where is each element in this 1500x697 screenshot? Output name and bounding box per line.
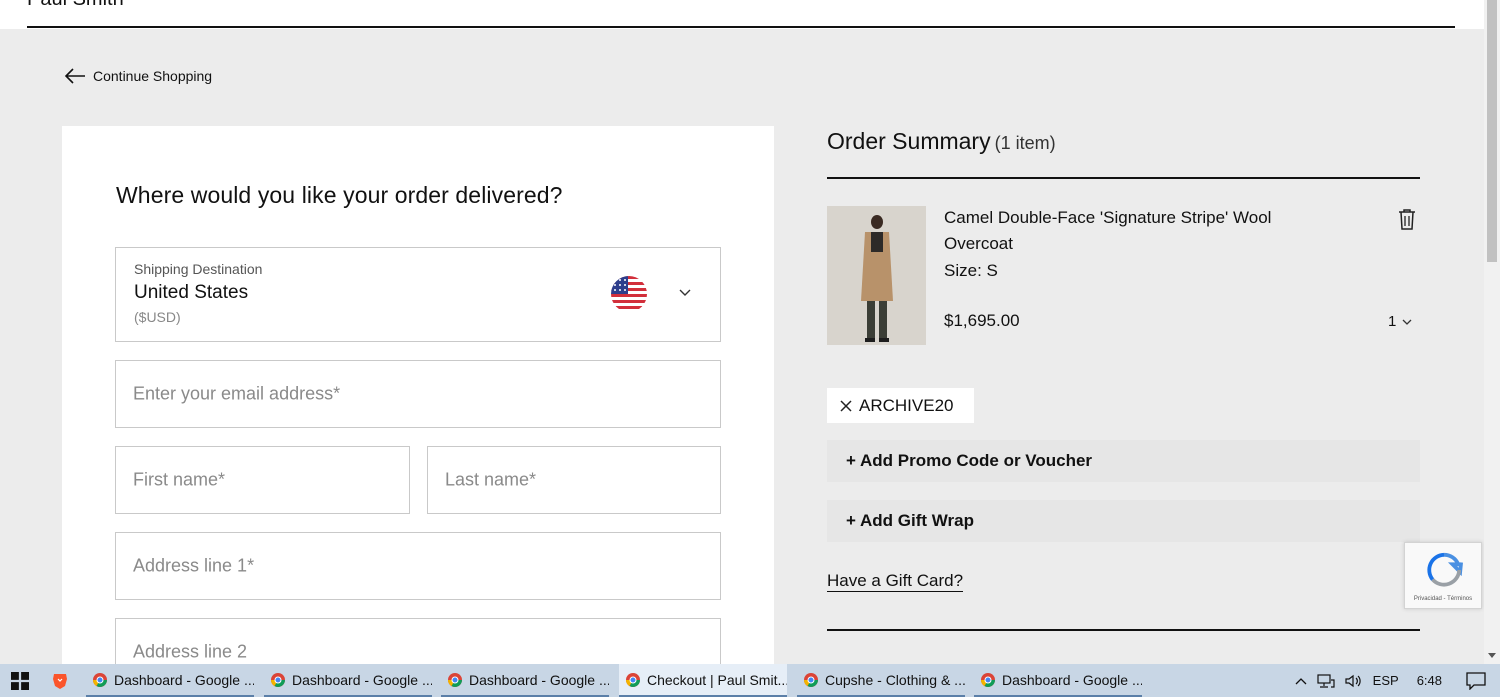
- delivery-form-title: Where would you like your order delivere…: [116, 182, 563, 208]
- add-gift-wrap-button[interactable]: + Add Gift Wrap: [827, 500, 1420, 542]
- chrome-icon: [981, 672, 995, 687]
- chrome-icon: [271, 672, 285, 687]
- page-scrollbar[interactable]: [1484, 0, 1500, 664]
- windows-taskbar: Dashboard - Google ... Dashboard - Googl…: [0, 664, 1500, 697]
- header-logo-cut: Paul Smith: [27, 0, 124, 11]
- system-tray: ESP 6:48: [1295, 664, 1500, 697]
- taskbar-item-4[interactable]: Checkout | Paul Smit...: [619, 664, 787, 697]
- taskbar-item-label: Dashboard - Google ...: [114, 671, 254, 688]
- product-price: $1,695.00: [944, 311, 1020, 330]
- applied-promo-code: ARCHIVE20: [859, 395, 954, 415]
- shipping-destination-country: United States: [134, 282, 249, 303]
- trash-icon[interactable]: [1396, 207, 1418, 231]
- site-header: Paul Smith: [0, 0, 1484, 29]
- order-summary-count: (1 item): [994, 133, 1056, 153]
- continue-shopping-link[interactable]: Continue Shopping: [63, 67, 212, 85]
- taskbar-item-label: Dashboard - Google ...: [469, 671, 609, 688]
- chrome-icon: [448, 672, 462, 687]
- order-summary-title: Order Summary (1 item): [827, 128, 1420, 155]
- scrollbar-thumb[interactable]: [1487, 0, 1497, 262]
- brave-lion-icon: [53, 673, 67, 689]
- applied-promo-chip: ARCHIVE20: [827, 388, 974, 423]
- chevron-up-icon[interactable]: [1295, 677, 1307, 685]
- chevron-down-icon: [1402, 319, 1412, 325]
- email-field[interactable]: Enter your email address*: [115, 360, 721, 428]
- last-name-placeholder: Last name*: [445, 469, 537, 490]
- start-button[interactable]: [0, 664, 40, 697]
- email-placeholder: Enter your email address*: [133, 383, 341, 404]
- taskbar-item-2[interactable]: Dashboard - Google ...: [264, 664, 432, 697]
- product-image[interactable]: [827, 206, 926, 345]
- taskbar-item-1[interactable]: Dashboard - Google ...: [86, 664, 254, 697]
- order-summary: Order Summary (1 item): [827, 128, 1420, 179]
- brave-browser-button[interactable]: [40, 664, 80, 697]
- address-line-1-field[interactable]: Address line 1*: [115, 532, 721, 600]
- continue-shopping-label: Continue Shopping: [93, 68, 213, 84]
- recaptcha-icon: [1427, 552, 1463, 587]
- address-line-1-placeholder: Address line 1*: [133, 555, 255, 576]
- close-icon[interactable]: [839, 399, 853, 413]
- us-flag-icon: [611, 276, 647, 312]
- shipping-destination-currency: ($USD): [134, 309, 181, 325]
- taskbar-item-label: Checkout | Paul Smit...: [647, 671, 787, 688]
- delivery-form-panel: Where would you like your order delivere…: [62, 126, 774, 686]
- coat-model-image: [827, 206, 926, 345]
- chrome-icon: [804, 672, 818, 687]
- arrow-left-icon: [64, 68, 85, 84]
- chrome-icon: [626, 672, 640, 687]
- volume-icon[interactable]: [1345, 674, 1363, 688]
- scroll-down-arrow-icon[interactable]: [1488, 653, 1496, 658]
- shipping-destination-select[interactable]: Shipping Destination United States ($USD…: [115, 247, 721, 342]
- network-icon[interactable]: [1317, 673, 1335, 688]
- notifications-icon[interactable]: [1466, 671, 1486, 690]
- add-promo-code-button[interactable]: + Add Promo Code or Voucher: [827, 440, 1420, 482]
- taskbar-item-3[interactable]: Dashboard - Google ...: [441, 664, 609, 697]
- taskbar-item-5[interactable]: Cupshe - Clothing & ...: [797, 664, 965, 697]
- summary-bottom-divider: [827, 629, 1420, 631]
- recaptcha-badge[interactable]: Privacidad - Términos: [1404, 542, 1482, 609]
- address-line-2-placeholder: Address line 2: [133, 641, 248, 662]
- order-summary-divider: [827, 177, 1420, 179]
- recaptcha-terms: Privacidad - Términos: [1413, 596, 1473, 602]
- windows-logo-icon: [11, 671, 29, 690]
- taskbar-item-label: Cupshe - Clothing & ...: [825, 671, 965, 688]
- header-divider: [27, 26, 1455, 28]
- quantity-value: 1: [1388, 313, 1397, 330]
- first-name-field[interactable]: First name*: [115, 446, 410, 514]
- language-indicator[interactable]: ESP: [1373, 673, 1399, 688]
- chrome-icon: [93, 672, 107, 687]
- product-size: Size: S: [944, 261, 998, 280]
- order-summary-heading: Order Summary: [827, 128, 991, 154]
- gift-card-link[interactable]: Have a Gift Card?: [827, 571, 964, 592]
- product-name[interactable]: Camel Double-Face 'Signature Stripe' Woo…: [944, 205, 1324, 257]
- taskbar-item-label: Dashboard - Google ...: [292, 671, 432, 688]
- last-name-field[interactable]: Last name*: [427, 446, 721, 514]
- quantity-select[interactable]: 1: [1388, 313, 1412, 330]
- taskbar-item-6[interactable]: Dashboard - Google ...: [974, 664, 1142, 697]
- clock[interactable]: 6:48: [1417, 673, 1442, 688]
- shipping-destination-label: Shipping Destination: [134, 261, 263, 277]
- chevron-down-icon: [679, 289, 691, 296]
- first-name-placeholder: First name*: [133, 469, 226, 490]
- taskbar-item-label: Dashboard - Google ...: [1002, 671, 1142, 688]
